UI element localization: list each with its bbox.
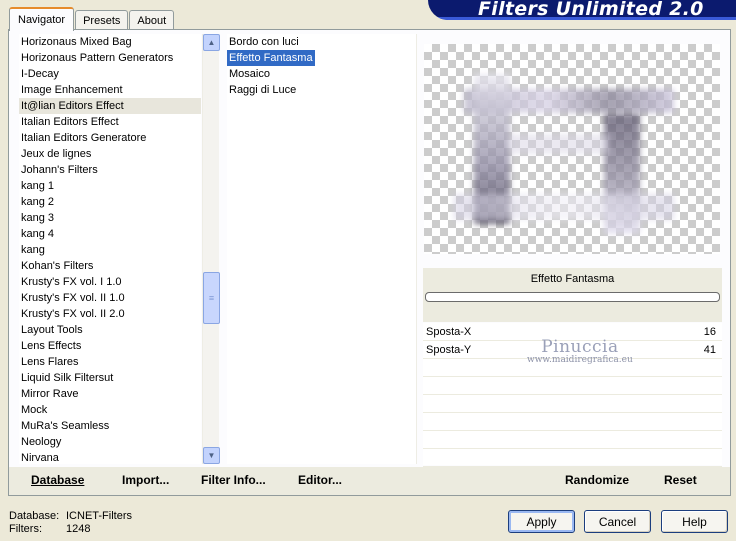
import-button[interactable]: Import... (122, 473, 169, 487)
filters-count-label: Filters: (9, 523, 42, 535)
preview-info: Effetto Fantasma (423, 268, 722, 322)
filter-info-button[interactable]: Filter Info... (201, 473, 266, 487)
param-row-empty (423, 431, 722, 449)
param-row-empty (423, 449, 722, 467)
param-row-empty (423, 377, 722, 395)
param-row-empty (423, 395, 722, 413)
category-item[interactable]: MuRa's Seamless (19, 418, 201, 434)
category-item[interactable]: Liquid Silk Filtersut (19, 370, 201, 386)
filters-count-value: 1248 (66, 523, 91, 535)
category-item[interactable]: Jeux de lignes (19, 146, 201, 162)
category-item[interactable]: Johann's Filters (19, 162, 201, 178)
category-item[interactable]: Lens Effects (19, 338, 201, 354)
effect-name-label: Effetto Fantasma (530, 273, 615, 285)
param-value: 16 (703, 325, 716, 338)
category-item[interactable]: Horizonaus Mixed Bag (19, 34, 201, 50)
chevron-down-icon: ▼ (207, 451, 216, 460)
progress-bar (425, 292, 720, 302)
tab-presets[interactable]: Presets (75, 10, 129, 30)
category-list[interactable]: Horizonaus Mixed Bag Horizonaus Pattern G… (19, 34, 201, 464)
category-item[interactable]: I-Decay (19, 66, 201, 82)
tab-navigator[interactable]: Navigator (9, 7, 75, 31)
category-item[interactable]: Lens Flares (19, 354, 201, 370)
action-bar: Database Import... Filter Info... Editor… (9, 467, 730, 495)
category-item[interactable]: kang (19, 242, 201, 258)
category-item[interactable]: Kohan's Filters (19, 258, 201, 274)
reset-button[interactable]: Reset (664, 473, 697, 487)
status-info: Database: ICNET-Filters Filters: 1248 (9, 510, 132, 536)
category-item[interactable]: Nirvana (19, 450, 201, 464)
category-item[interactable]: Horizonaus Pattern Generators (19, 50, 201, 66)
param-name: Sposta-Y (426, 343, 472, 356)
category-item[interactable]: Krusty's FX vol. I 1.0 (19, 274, 201, 290)
category-item[interactable]: kang 2 (19, 194, 201, 210)
category-item[interactable]: It@lian Editors Effect (19, 98, 201, 114)
grip-icon: ≡ (208, 293, 215, 303)
apply-button[interactable]: Apply (508, 510, 575, 533)
category-item[interactable]: kang 1 (19, 178, 201, 194)
database-status-value: ICNET-Filters (66, 510, 132, 522)
filter-item[interactable]: Bordo con luci (227, 34, 301, 50)
category-item[interactable]: kang 3 (19, 210, 201, 226)
tab-about[interactable]: About (129, 10, 175, 30)
database-status-label: Database: (9, 510, 60, 522)
category-item[interactable]: Layout Tools (19, 322, 201, 338)
param-row-empty (423, 359, 722, 377)
app-title: Filters Unlimited 2.0 (478, 0, 704, 20)
chevron-up-icon: ▲ (207, 38, 216, 47)
category-item[interactable]: Image Enhancement (19, 82, 201, 98)
filter-item[interactable]: Raggi di Luce (227, 82, 298, 98)
category-item[interactable]: Italian Editors Generatore (19, 130, 201, 146)
category-item[interactable]: Krusty's FX vol. II 1.0 (19, 290, 201, 306)
param-row-empty (423, 413, 722, 431)
app-banner: Filters Unlimited 2.0 (428, 0, 736, 20)
param-row-sposta-y[interactable]: Sposta-Y 41 (423, 341, 722, 359)
category-item[interactable]: kang 4 (19, 226, 201, 242)
category-item[interactable]: Krusty's FX vol. II 2.0 (19, 306, 201, 322)
parameter-table: Sposta-X 16 Sposta-Y 41 Pinuccia www.mai… (423, 323, 722, 467)
filter-item[interactable]: Effetto Fantasma (227, 50, 315, 66)
category-item[interactable]: Neology (19, 434, 201, 450)
database-label: Database (31, 473, 85, 487)
category-item[interactable]: Mock (19, 402, 201, 418)
database-button[interactable]: Database (31, 473, 84, 487)
editor-button[interactable]: Editor... (298, 473, 342, 487)
filter-item[interactable]: Mosaico (227, 66, 272, 82)
randomize-button[interactable]: Randomize (565, 473, 629, 487)
category-item[interactable]: Mirror Rave (19, 386, 201, 402)
tab-bar: Navigator Presets About (9, 6, 175, 31)
category-item[interactable]: Italian Editors Effect (19, 114, 201, 130)
param-row-sposta-x[interactable]: Sposta-X 16 (423, 323, 722, 341)
category-scrollbar[interactable]: ▲ ≡ ▼ (202, 34, 220, 464)
preview-image (424, 44, 720, 254)
scroll-up-button[interactable]: ▲ (203, 34, 220, 51)
cancel-button[interactable]: Cancel (584, 510, 651, 533)
filter-list[interactable]: Bordo con luci Effetto Fantasma Mosaico Rag… (227, 34, 417, 464)
scroll-thumb[interactable]: ≡ (203, 272, 220, 324)
param-value: 41 (703, 343, 716, 356)
navigator-panel: Horizonaus Mixed Bag Horizonaus Pattern G… (8, 29, 731, 496)
help-button[interactable]: Help (661, 510, 728, 533)
param-name: Sposta-X (426, 325, 472, 338)
scroll-down-button[interactable]: ▼ (203, 447, 220, 464)
